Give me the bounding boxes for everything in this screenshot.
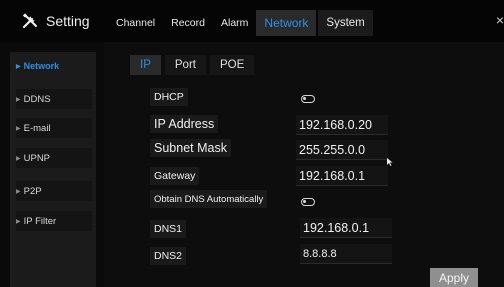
sidebar-item-ddns[interactable]: ▶ DDNS xyxy=(16,89,92,109)
arrow-right-icon: ▶ xyxy=(16,63,21,70)
sidebar-item-label: E-mail xyxy=(23,122,51,134)
sidebar: ▶ Network ▶ DDNS ▶ E-mail ▶ UPNP ▶ P2P ▶… xyxy=(10,52,96,287)
subtab-poe[interactable]: POE xyxy=(209,55,255,75)
sidebar-item-email[interactable]: ▶ E-mail xyxy=(16,118,92,138)
subnet-mask-label: Subnet Mask xyxy=(150,139,231,157)
tab-system[interactable]: System xyxy=(318,10,373,36)
dhcp-toggle[interactable] xyxy=(301,95,315,103)
sidebar-item-label: UPNP xyxy=(23,152,51,164)
sidebar-item-label: IP Filter xyxy=(23,215,57,227)
tab-channel[interactable]: Channel xyxy=(108,10,163,36)
wrench-screwdriver-icon xyxy=(22,13,38,29)
dns2-label: DNS2 xyxy=(150,247,187,265)
subtab-ip[interactable]: IP xyxy=(130,55,161,75)
dhcp-label: DHCP xyxy=(150,88,188,106)
top-tabs: Channel Record Alarm Network System xyxy=(108,10,373,36)
arrow-right-icon: ▶ xyxy=(16,155,21,162)
apply-button[interactable]: Apply xyxy=(430,268,478,287)
sidebar-item-network[interactable]: ▶ Network xyxy=(16,56,92,76)
ip-address-field[interactable]: 192.168.0.20 xyxy=(296,115,388,135)
sidebar-item-upnp[interactable]: ▶ UPNP xyxy=(16,148,92,168)
tab-alarm[interactable]: Alarm xyxy=(213,10,256,36)
app-title-text: Setting xyxy=(46,13,90,29)
tab-network[interactable]: Network xyxy=(256,10,317,36)
auto-dns-toggle[interactable] xyxy=(301,198,315,206)
ip-address-label: IP Address xyxy=(150,115,219,133)
mouse-cursor-icon xyxy=(387,153,393,171)
arrow-right-icon: ▶ xyxy=(16,188,21,195)
arrow-right-icon: ▶ xyxy=(16,96,21,103)
sidebar-item-label: Network xyxy=(23,61,60,71)
subtab-port[interactable]: Port xyxy=(164,55,206,75)
arrow-right-icon: ▶ xyxy=(16,125,21,132)
sidebar-item-label: DDNS xyxy=(23,93,51,105)
arrow-right-icon: ▶ xyxy=(16,218,21,225)
close-icon[interactable]: × xyxy=(496,12,504,28)
sidebar-item-ip-filter[interactable]: ▶ IP Filter xyxy=(16,211,92,231)
subnet-mask-field[interactable]: 255.255.0.0 xyxy=(296,140,388,160)
settings-window: Setting Channel Record Alarm Network Sys… xyxy=(0,0,504,287)
toggle-knob xyxy=(303,200,306,203)
tab-record[interactable]: Record xyxy=(163,10,213,36)
subtabs: IP Port POE xyxy=(130,55,255,75)
header-bar: Setting Channel Record Alarm Network Sys… xyxy=(0,0,504,42)
app-title: Setting xyxy=(22,8,90,34)
gateway-label: Gateway xyxy=(150,167,200,185)
gateway-field[interactable]: 192.168.0.1 xyxy=(296,166,388,186)
toggle-knob xyxy=(303,97,306,100)
auto-dns-label: Obtain DNS Automatically xyxy=(150,190,268,208)
dns1-field[interactable]: 192.168.0.1 xyxy=(300,218,392,238)
dns2-field[interactable]: 8.8.8.8 xyxy=(300,244,392,264)
network-ip-panel: IP Port POE DHCP IP Address 192.168.0.20… xyxy=(104,42,504,287)
dns1-label: DNS1 xyxy=(150,220,187,238)
sidebar-item-label: P2P xyxy=(23,185,42,197)
sidebar-item-p2p[interactable]: ▶ P2P xyxy=(16,181,92,201)
